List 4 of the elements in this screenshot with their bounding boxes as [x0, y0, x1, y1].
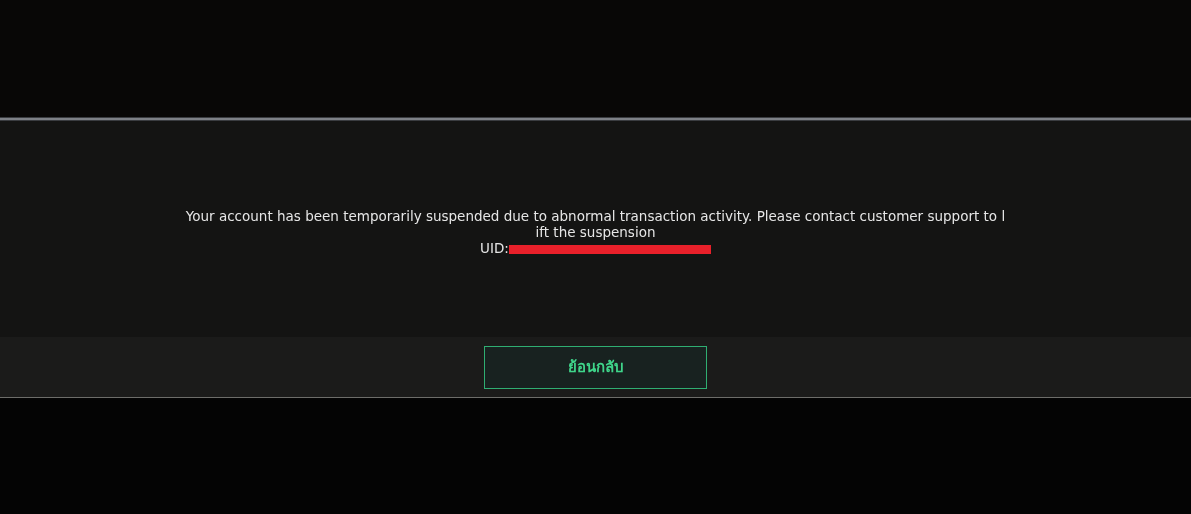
message-text: ift the suspension: [535, 224, 656, 240]
back-button[interactable]: ย้อนกลับ: [484, 345, 707, 389]
message-text: Your account has been temporarily suspended due to abnormal transaction activity. Please contact customer support to l: [185, 208, 1006, 224]
uid-label: UID:: [480, 240, 509, 256]
